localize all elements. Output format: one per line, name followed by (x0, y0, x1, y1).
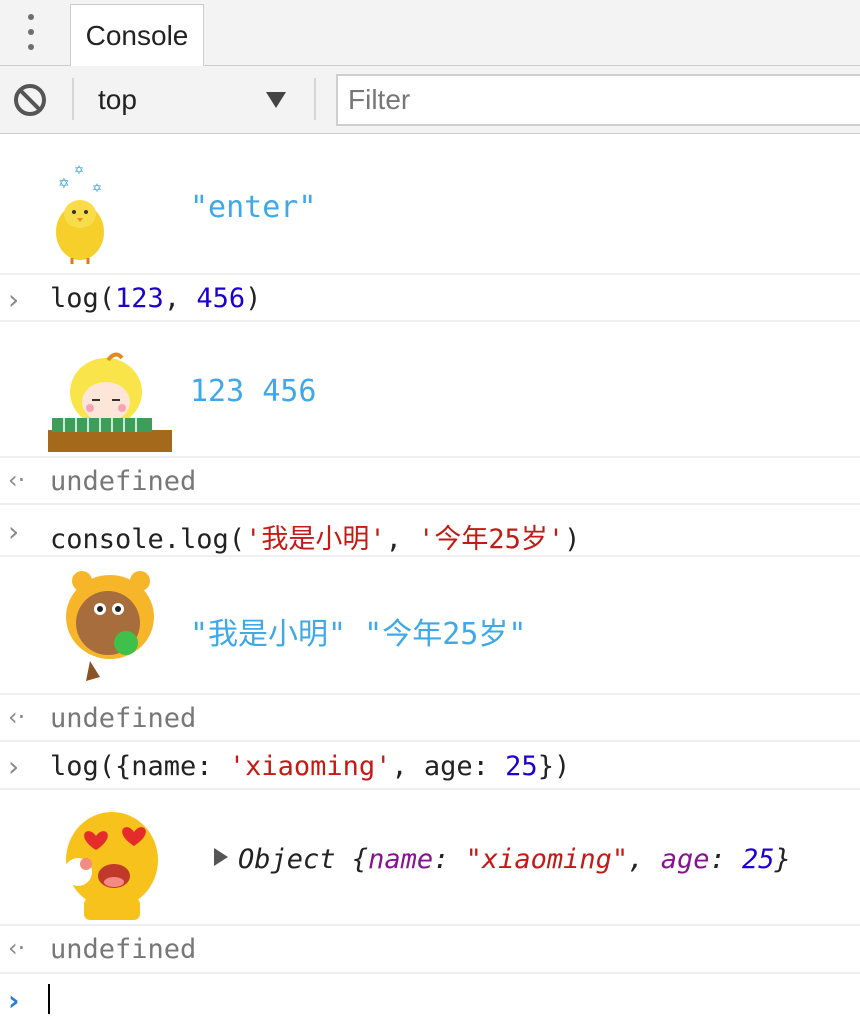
filter-box (336, 74, 860, 126)
command-text: console.log('我是小明', '今年25岁') (50, 524, 581, 555)
chevron-right-icon: › (8, 750, 20, 783)
command-text: log({name: 'xiaoming', age: 25}) (50, 751, 571, 782)
left-arrow-icon: ‹· (8, 703, 26, 731)
console-prompt[interactable]: › (0, 974, 860, 1026)
console-result-row: ‹· undefined (0, 926, 860, 974)
toolbar-divider (72, 78, 74, 120)
console-message: 123 456 (0, 322, 860, 458)
bear-sticker-icon (66, 571, 154, 681)
drawer-tab-bar: Console (0, 0, 860, 67)
heart-eyes-sticker-icon (64, 812, 158, 920)
text-cursor (48, 984, 50, 1014)
tab-console[interactable]: Console (70, 4, 204, 67)
context-selector[interactable]: top (84, 76, 304, 124)
chevron-right-icon: › (8, 515, 20, 548)
context-label: top (98, 84, 137, 115)
log-output: 123 456 (190, 374, 317, 409)
object-preview[interactable]: Object {name: "xiaoming", age: 25} (214, 844, 791, 875)
console-toolbar: top (0, 66, 860, 134)
toolbar-divider (314, 78, 316, 120)
console-message: ✡ ✡ ✡ "enter" (0, 134, 860, 275)
log-output: "enter" (190, 190, 317, 225)
console-input-row: › console.log('我是小明', '今年25岁') (0, 505, 860, 557)
left-arrow-icon: ‹· (8, 466, 26, 494)
chevron-right-icon: › (8, 283, 20, 316)
return-value: undefined (50, 934, 197, 965)
console-input-row: › log(123, 456) (0, 275, 860, 322)
expand-triangle-icon[interactable] (214, 848, 228, 866)
mahjong-girl-sticker-icon (48, 352, 172, 452)
svg-text:✡: ✡ (58, 176, 70, 192)
dropdown-triangle-icon (266, 92, 286, 108)
svg-text:✡: ✡ (74, 163, 84, 177)
filter-input[interactable] (338, 76, 860, 124)
console-result-row: ‹· undefined (0, 695, 860, 742)
left-arrow-icon: ‹· (8, 934, 26, 962)
console-result-row: ‹· undefined (0, 458, 860, 505)
block-icon[interactable] (12, 82, 48, 118)
command-text: log(123, 456) (50, 283, 262, 314)
console-message: "我是小明" "今年25岁" (0, 557, 860, 695)
svg-text:✡: ✡ (92, 181, 102, 195)
return-value: undefined (50, 703, 197, 734)
chick-sticker-icon: ✡ ✡ ✡ (56, 163, 104, 264)
console-input-row: › log({name: 'xiaoming', age: 25}) (0, 742, 860, 790)
console-message: Object {name: "xiaoming", age: 25} (0, 790, 860, 926)
log-output: "我是小明" "今年25岁" (190, 617, 527, 652)
chevron-right-icon: › (8, 984, 20, 1017)
more-options-icon[interactable] (20, 14, 42, 50)
return-value: undefined (50, 466, 197, 497)
